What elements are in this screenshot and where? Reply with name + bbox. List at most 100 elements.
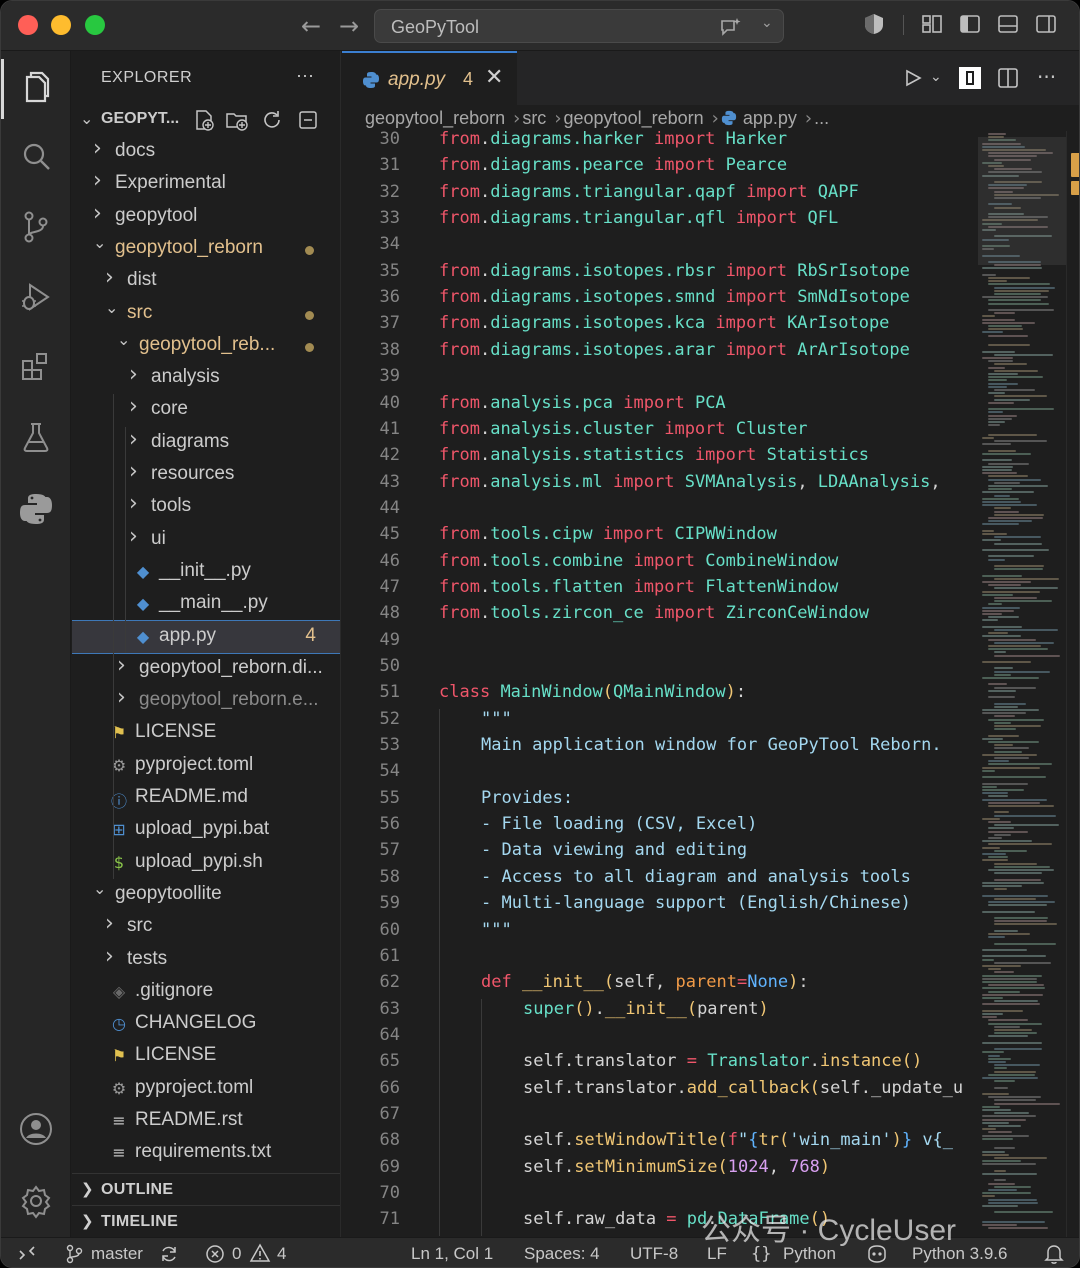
error-icon[interactable] (205, 1244, 225, 1264)
line-number: 64 (379, 1024, 400, 1045)
tree-folder[interactable]: ⌄ geopytool_reborn (72, 233, 340, 265)
source-control-icon[interactable] (18, 209, 54, 245)
line-number: 70 (379, 1183, 400, 1203)
command-center-search[interactable]: GeoPyTool ⌄ (374, 9, 784, 43)
collapse-all-icon[interactable] (297, 109, 319, 131)
toggle-secondary-sidebar-icon[interactable] (1035, 13, 1057, 35)
outline-section[interactable]: ❯ OUTLINE (72, 1173, 340, 1205)
tree-item-label: upload_pypi.sh (135, 850, 263, 872)
testing-flask-icon[interactable] (18, 419, 54, 455)
breadcrumb-item[interactable]: geopytool_reborn (564, 108, 704, 128)
breadcrumb-item[interactable]: app.py (743, 108, 797, 128)
notifications-bell-icon[interactable] (1044, 1243, 1064, 1265)
cursor-position[interactable]: Ln 1, Col 1 (411, 1244, 493, 1264)
copilot-chat-icon[interactable] (719, 16, 743, 38)
file-encoding[interactable]: UTF-8 (630, 1244, 678, 1264)
tree-folder[interactable]: › Experimental (72, 168, 340, 200)
chevron-right-icon: › (129, 394, 138, 420)
workspace-root[interactable]: ⌄ GEOPYT... (72, 104, 340, 136)
line-number: 66 (379, 1077, 400, 1098)
tree-file[interactable]: ⚙ pyproject.toml (72, 1073, 340, 1105)
chevron-down-icon[interactable]: ⌄ (761, 15, 773, 31)
warning-count[interactable]: 4 (277, 1244, 286, 1264)
explorer-sidebar: EXPLORER ··· ⌄ GEOPYT... › docs › Experi… (72, 51, 341, 1237)
error-count[interactable]: 0 (232, 1244, 241, 1264)
back-arrow-icon[interactable]: ← (301, 12, 321, 40)
run-and-debug-icon[interactable] (18, 279, 54, 315)
run-options-chevron-icon[interactable]: ⌄ (930, 69, 942, 85)
toggle-primary-sidebar-icon[interactable] (959, 13, 981, 35)
explorer-files-icon[interactable] (18, 69, 54, 105)
code-line: 63 super().__init__(parent) (342, 999, 978, 1025)
tree-folder[interactable]: › docs (72, 136, 340, 168)
tree-file[interactable]: ≡ README.rst (72, 1105, 340, 1137)
close-tab-icon[interactable]: ✕ (485, 65, 503, 90)
chevron-down-icon: ⌄ (80, 109, 94, 128)
breadcrumb-item[interactable]: geopytool_reborn (365, 108, 505, 128)
code-line: 43 from.analysis.ml import SVMAnalysis, L… (342, 472, 978, 498)
tree-item-label: dist (127, 269, 157, 291)
code-text: super().__init__(parent) (523, 998, 769, 1019)
tree-file[interactable]: ≡ requirements.txt (72, 1137, 340, 1169)
chevron-right-icon: › (93, 200, 102, 226)
code-text: from.analysis.pca import PCA (439, 392, 726, 413)
tree-folder[interactable]: › geopytool (72, 200, 340, 233)
code-text: - Multi-language support (English/Chines… (481, 893, 911, 914)
git-branch-name[interactable]: master (91, 1244, 143, 1264)
zoom-window-button[interactable] (85, 15, 105, 35)
forward-arrow-icon[interactable]: → (339, 12, 359, 40)
tree-file[interactable]: ◷ CHANGELOG (72, 1008, 340, 1040)
minimap-viewport[interactable] (978, 137, 1066, 265)
tree-folder[interactable]: › src (72, 911, 340, 943)
tree-file[interactable]: ◈ .gitignore (72, 976, 340, 1008)
tab-app-py[interactable]: app.py 4 ✕ (342, 51, 517, 105)
code-text: Main application window for GeoPyTool Re… (481, 735, 942, 756)
indentation[interactable]: Spaces: 4 (524, 1244, 600, 1264)
customize-layout-icon[interactable] (921, 13, 943, 35)
minimap[interactable] (978, 131, 1066, 1237)
warning-icon[interactable] (249, 1243, 271, 1263)
timeline-section[interactable]: ❯ TIMELINE (72, 1205, 340, 1237)
close-window-button[interactable] (18, 15, 38, 35)
extensions-icon[interactable] (18, 349, 54, 385)
accounts-shield-icon[interactable] (863, 13, 885, 35)
editor-scrollbar[interactable] (1066, 131, 1079, 1237)
tree-folder[interactable]: ⌄ src (72, 298, 340, 330)
split-editor-icon[interactable] (997, 67, 1019, 89)
python-file-icon: ◆ (136, 626, 150, 646)
tree-folder[interactable]: ⌄ geopytool_reb... (72, 330, 340, 362)
tree-item-label: docs (115, 140, 156, 161)
tree-folder[interactable]: › dist (72, 265, 340, 297)
new-file-icon[interactable] (193, 109, 215, 131)
tree-folder[interactable]: ⌄ geopytoollite (72, 879, 340, 911)
explorer-more-actions[interactable]: ··· (296, 65, 314, 86)
tree-folder[interactable]: › analysis (72, 362, 340, 394)
search-icon[interactable] (18, 139, 54, 175)
remote-indicator-icon[interactable] (17, 1245, 37, 1263)
python-file-icon: ◆ (136, 594, 150, 614)
line-number: 59 (379, 893, 400, 914)
python-icon[interactable] (18, 491, 54, 527)
tree-item-label: pyproject.toml (135, 753, 254, 775)
accounts-icon[interactable] (18, 1111, 54, 1147)
breadcrumb-item[interactable]: src (522, 108, 546, 128)
line-number: 33 (379, 208, 400, 229)
settings-gear-icon[interactable] (18, 1183, 54, 1219)
tree-file[interactable]: ⚑ LICENSE (72, 1040, 340, 1072)
line-number: 68 (379, 1130, 400, 1151)
more-actions-icon[interactable]: ··· (1037, 65, 1056, 89)
code-text: - Data viewing and editing (481, 840, 748, 861)
sync-icon[interactable] (159, 1244, 179, 1264)
new-folder-icon[interactable] (225, 109, 249, 131)
code-editor[interactable]: 30 from.diagrams.harker import Harker 31 fr… (342, 131, 978, 1237)
breadcrumb-item[interactable]: ... (814, 108, 829, 128)
minimize-window-button[interactable] (51, 15, 71, 35)
workspace-root-label: GEOPYT... (101, 110, 180, 127)
run-python-file-icon[interactable] (903, 68, 923, 88)
toggle-panel-icon[interactable] (997, 13, 1019, 35)
open-preview-icon[interactable] (958, 66, 982, 90)
refresh-icon[interactable] (261, 109, 283, 131)
tree-folder[interactable]: › tests (72, 944, 340, 976)
tree-item-label: src (127, 915, 153, 937)
code-line: 35 from.diagrams.isotopes.rbsr import RbS… (342, 261, 978, 287)
